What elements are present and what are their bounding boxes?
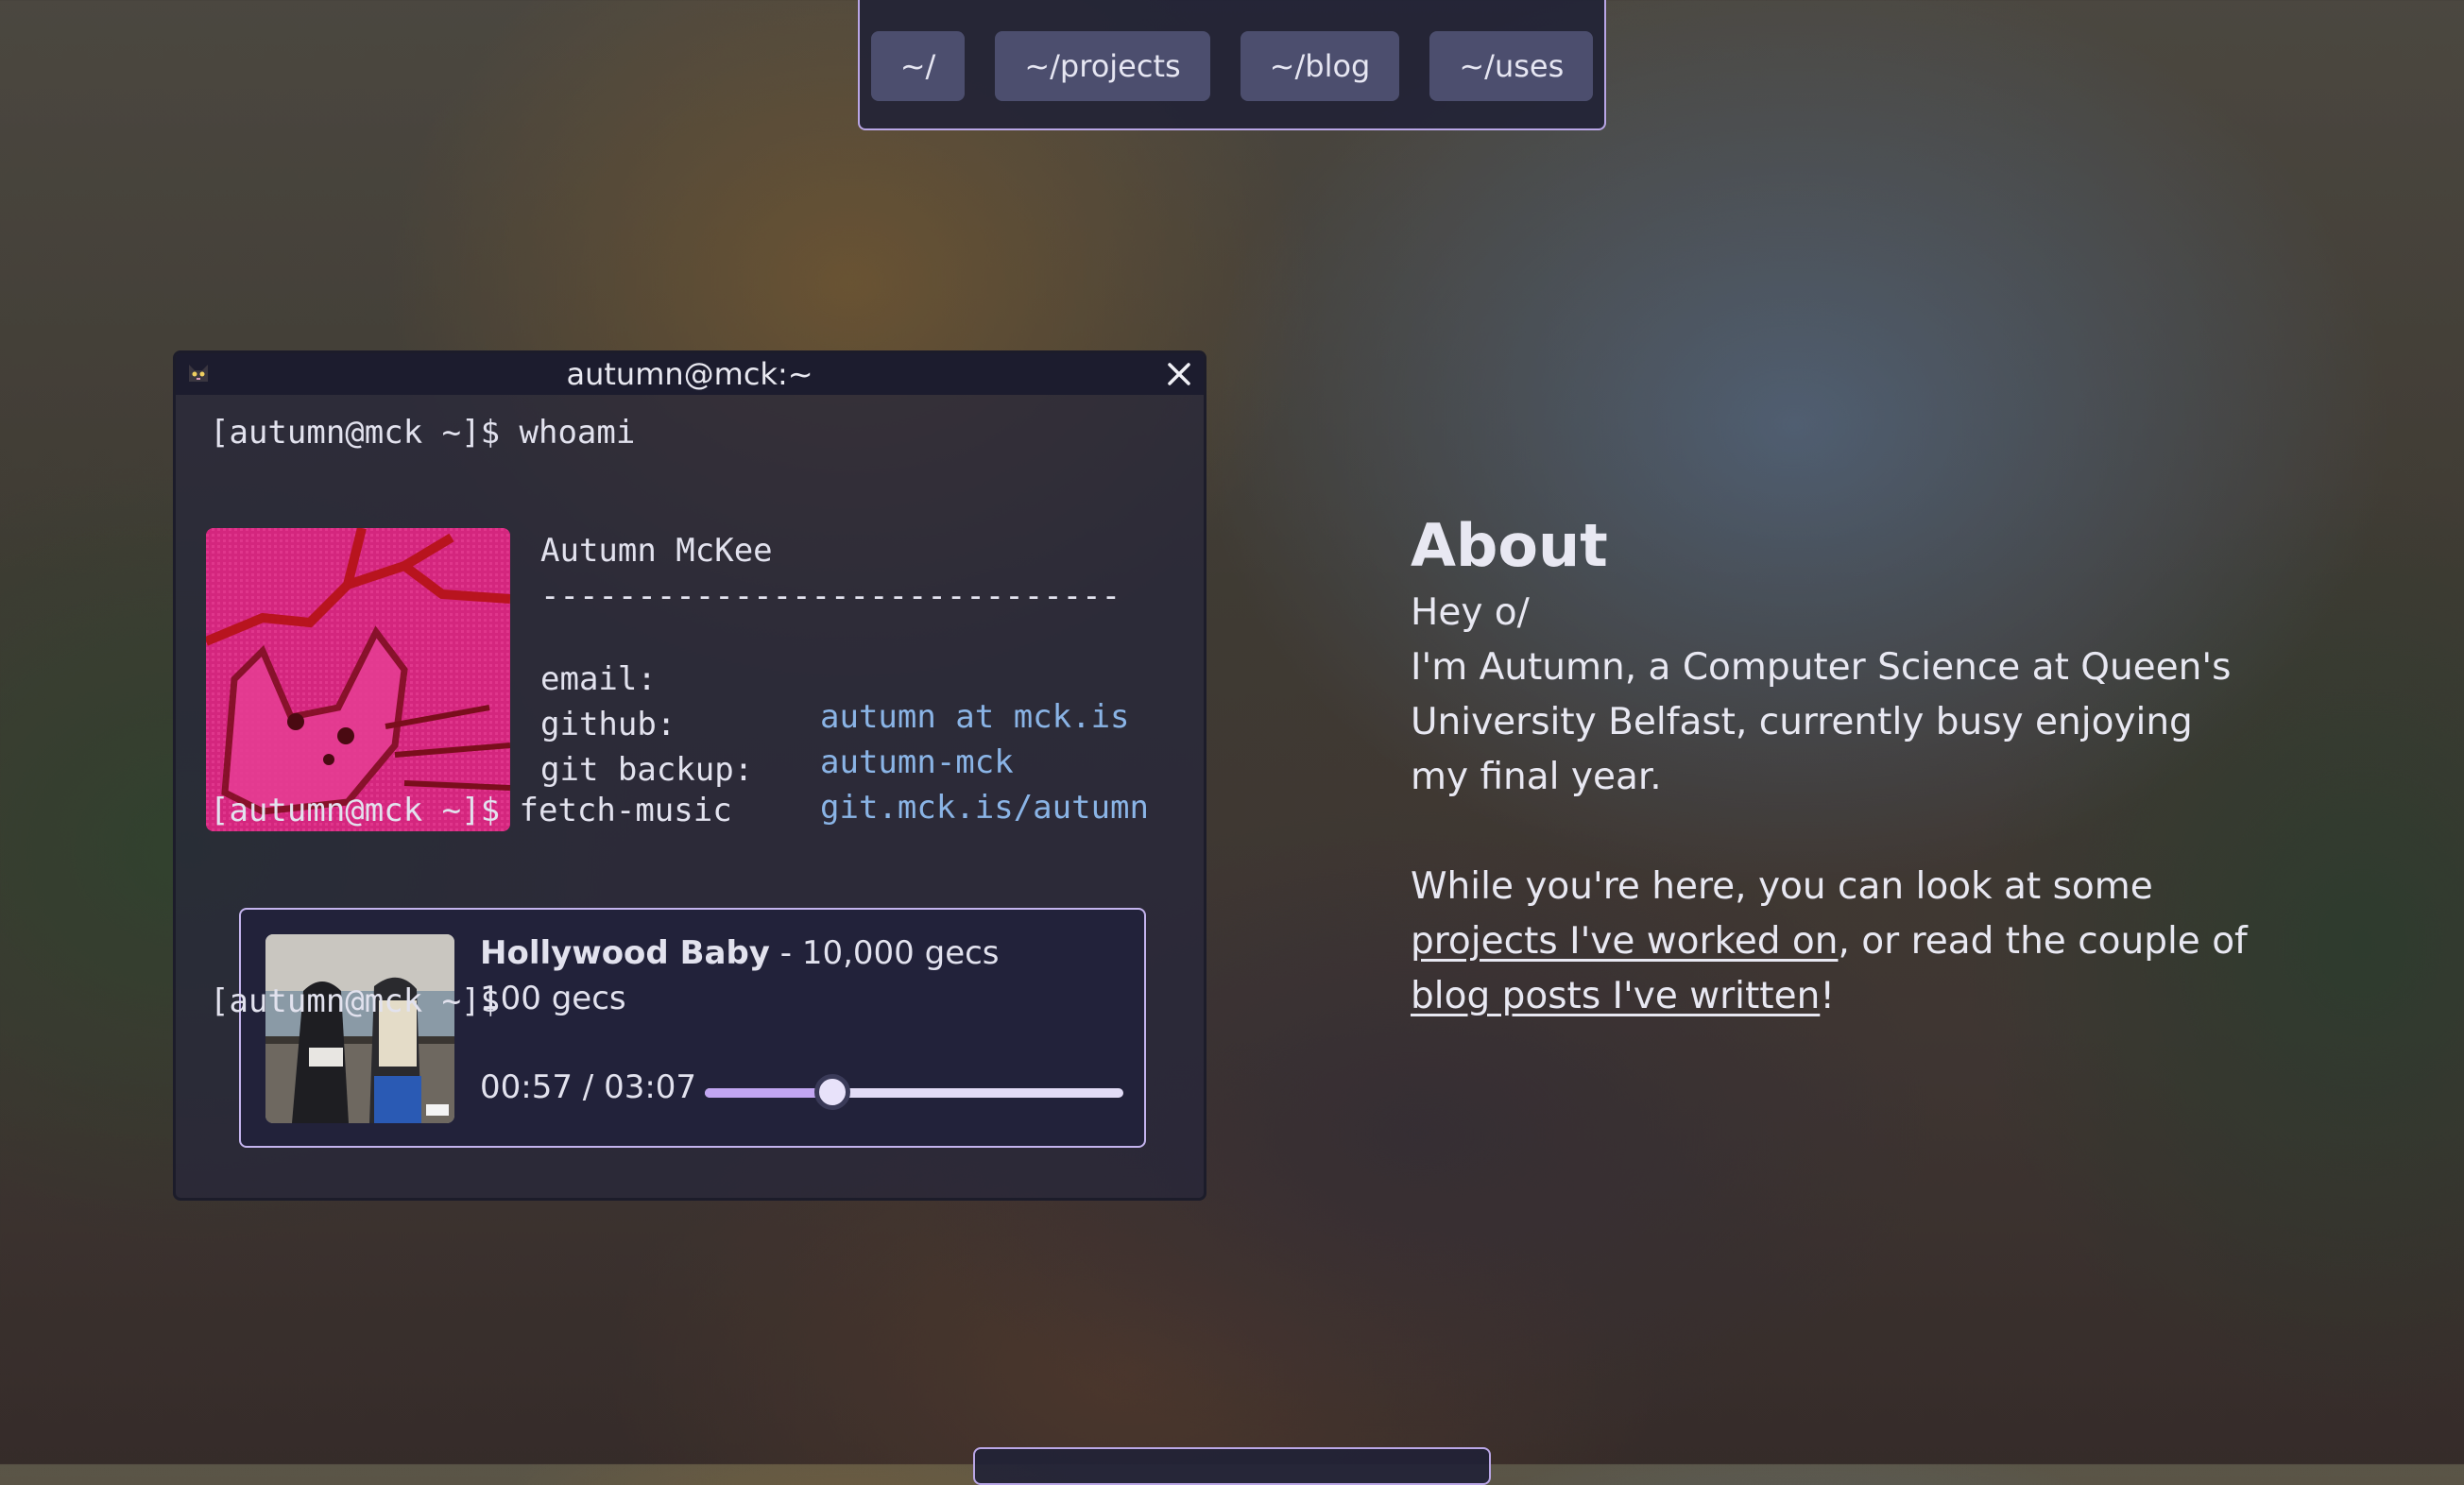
music-player-card: Hollywood Baby - 10,000 gecs 100 gecs 00… (239, 908, 1146, 1148)
track-duration: 03:07 (604, 1068, 697, 1106)
progress-knob[interactable] (814, 1074, 851, 1110)
info-row-git-backup: git backup: git.mck.is/autumn (540, 713, 1202, 864)
prompt-whoami: [autumn@mck ~]$ whoami (210, 414, 636, 452)
nav-uses-button[interactable]: ~/uses (1429, 31, 1594, 101)
git-backup-label: git backup: (540, 751, 754, 789)
about-section: About Hey o/ I'm Autumn, a Computer Scie… (1411, 506, 2261, 1024)
track-album: - 10,000 gecs (779, 934, 1000, 972)
elapsed-time: 00:57 (480, 1068, 573, 1106)
progress-fill (705, 1088, 833, 1098)
nav-projects-button[interactable]: ~/projects (995, 31, 1210, 101)
about-heading: About (1411, 511, 1608, 580)
album-cover (265, 934, 454, 1123)
prompt-fetch-music: [autumn@mck ~]$ fetch-music (210, 792, 732, 829)
projects-link[interactable]: projects I've worked on (1411, 920, 1838, 963)
nav-blog-button[interactable]: ~/blog (1240, 31, 1400, 101)
track-line: Hollywood Baby - 10,000 gecs (480, 934, 1000, 972)
separator: ------------------------------ (540, 577, 1121, 615)
top-nav: ~/ ~/projects ~/blog ~/uses (858, 0, 1606, 130)
close-icon[interactable] (1164, 359, 1194, 389)
prompt-idle: [autumn@mck ~]$ (210, 982, 501, 1020)
playback-time: 00:57 / 03:07 (480, 1068, 696, 1106)
time-divider: / (582, 1068, 594, 1106)
about-intro: I'm Autumn, a Computer Science at Queen'… (1411, 646, 2232, 798)
blog-link[interactable]: blog posts I've written (1411, 975, 1820, 1017)
terminal-titlebar[interactable]: autumn@mck:~ (176, 353, 1204, 395)
nav-home-button[interactable]: ~/ (870, 31, 966, 101)
terminal-window[interactable]: autumn@mck:~ [autumn@mck ~]$ whoami Autu… (173, 350, 1206, 1201)
terminal-title: autumn@mck:~ (566, 356, 813, 392)
about-text: While you're here, you can look at some (1411, 865, 2153, 908)
bottom-panel-edge (973, 1447, 1491, 1485)
about-text: , or read the couple of (1838, 920, 2248, 963)
progress-slider[interactable] (705, 1074, 1123, 1110)
track-artist: 100 gecs (480, 980, 626, 1017)
about-text: ! (1820, 975, 1835, 1017)
track-title[interactable]: Hollywood Baby (480, 934, 770, 972)
cat-face-icon (185, 361, 212, 387)
avatar (206, 528, 510, 831)
display-name: Autumn McKee (540, 532, 773, 570)
about-links-paragraph: While you're here, you can look at some … (1411, 860, 2261, 1024)
about-greeting: Hey o/ (1411, 591, 1530, 634)
git-backup-link[interactable]: git.mck.is/autumn (820, 789, 1149, 827)
